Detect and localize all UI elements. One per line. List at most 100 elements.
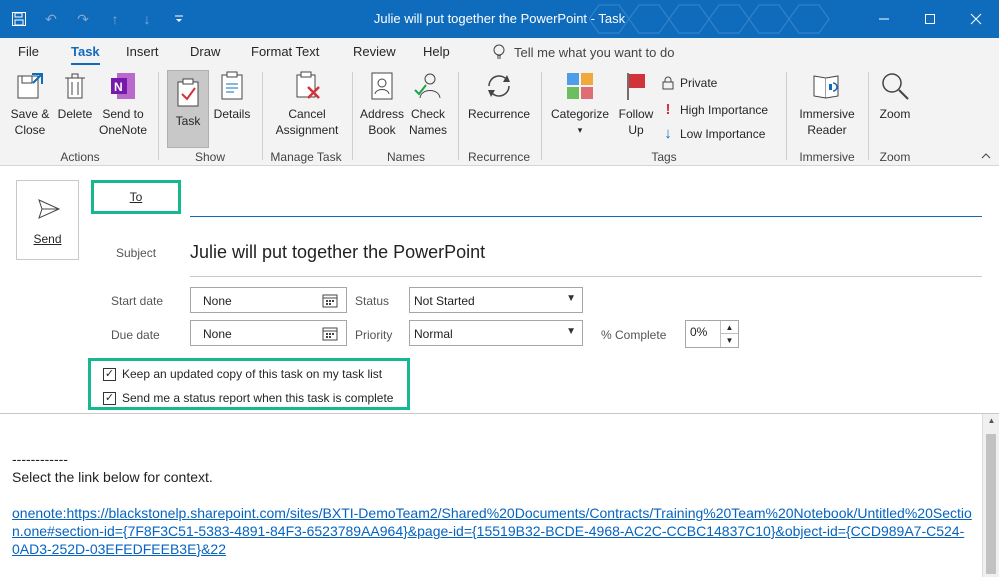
group-separator	[868, 72, 869, 160]
status-report-checkbox[interactable]: ✓	[103, 391, 116, 405]
status-label: Status	[355, 294, 390, 308]
chevron-down-icon: ▼	[566, 326, 576, 337]
due-date-field[interactable]: None	[190, 320, 347, 346]
tab-help[interactable]: Help	[423, 44, 450, 59]
tab-draw[interactable]: Draw	[190, 44, 220, 59]
svg-text:N: N	[114, 80, 123, 94]
save-close-label: Save & Close	[10, 107, 50, 137]
immersive-reader-button[interactable]: Immersive Reader	[792, 70, 862, 138]
increment-icon[interactable]: ▲	[720, 321, 738, 334]
group-actions-label: Actions	[60, 150, 100, 164]
percent-complete-stepper[interactable]: 0% ▲ ▼	[685, 320, 739, 348]
priority-label: Priority	[355, 328, 393, 342]
categorize-button[interactable]: Categorize ▾	[548, 70, 612, 138]
exclamation-icon: !	[665, 101, 671, 118]
group-separator	[352, 72, 353, 160]
tab-insert[interactable]: Insert	[126, 44, 159, 59]
calendar-icon[interactable]	[322, 326, 338, 341]
recurrence-icon	[488, 75, 510, 97]
address-book-label: Address Book	[359, 107, 405, 137]
paper-plane-icon	[38, 199, 61, 219]
high-importance-button[interactable]: ! High Importance	[662, 101, 769, 118]
scroll-up-icon[interactable]: ▲	[983, 416, 999, 425]
subject-input[interactable]: Julie will put together the PowerPoint	[190, 242, 485, 263]
percent-complete-value: 0%	[690, 325, 708, 339]
start-date-value: None	[203, 294, 232, 308]
keep-copy-checkbox[interactable]: ✓	[103, 367, 116, 381]
save-close-button[interactable]: Save & Close	[6, 70, 54, 138]
categorize-icon	[567, 73, 593, 99]
send-button[interactable]: Send	[16, 180, 79, 260]
status-value: Not Started	[414, 294, 475, 308]
onenote-link[interactable]: onenote:https://blackstonelp.sharepoint.…	[12, 504, 972, 558]
delete-label: Delete	[57, 107, 93, 121]
priority-select[interactable]: Normal ▼	[409, 320, 583, 346]
collapse-ribbon-icon[interactable]	[981, 152, 991, 163]
title-bar: ↶ ↷ ↑ ↓ Julie will put together the Powe…	[0, 0, 999, 38]
status-report-label: Send me a status report when this task i…	[122, 391, 394, 405]
group-show-label: Show	[194, 150, 226, 164]
keep-copy-option[interactable]: ✓ Keep an updated copy of this task on m…	[103, 367, 382, 381]
follow-up-label: Follow Up	[618, 107, 654, 137]
high-importance-label: High Importance	[680, 102, 769, 117]
send-onenote-button[interactable]: N Send to OneNote	[96, 70, 150, 138]
address-book-button[interactable]: Address Book	[358, 70, 406, 138]
decrement-icon[interactable]: ▼	[720, 334, 738, 347]
status-select[interactable]: Not Started ▼	[409, 287, 583, 313]
task-view-button[interactable]: Task	[167, 70, 209, 148]
details-icon	[221, 71, 243, 100]
body-dashes: ------------	[12, 451, 68, 467]
status-report-option[interactable]: ✓ Send me a status report when this task…	[103, 391, 393, 405]
tab-review[interactable]: Review	[353, 44, 396, 59]
group-recurrence-label: Recurrence	[467, 150, 531, 164]
close-icon[interactable]	[953, 0, 999, 38]
subject-label: Subject	[116, 246, 157, 260]
chevron-down-icon: ▼	[566, 293, 576, 304]
group-tags-label: Tags	[651, 150, 677, 164]
immersive-reader-icon	[813, 75, 839, 99]
to-button[interactable]: To	[91, 180, 181, 214]
message-body[interactable]: ------------ Select the link below for c…	[12, 450, 972, 558]
recurrence-button[interactable]: Recurrence	[464, 70, 534, 122]
private-button[interactable]: Private	[662, 76, 717, 90]
recurrence-label: Recurrence	[467, 107, 531, 121]
trash-icon	[65, 73, 85, 99]
low-importance-button[interactable]: ↓ Low Importance	[662, 125, 765, 142]
cancel-assignment-label: Cancel Assignment	[275, 107, 339, 137]
check-names-button[interactable]: Check Names	[406, 70, 450, 138]
delete-button[interactable]: Delete	[56, 70, 94, 122]
start-date-field[interactable]: None	[190, 287, 347, 313]
lightbulb-icon	[493, 44, 505, 59]
zoom-label: Zoom	[879, 107, 911, 121]
to-input[interactable]	[190, 216, 982, 217]
send-label: Send	[33, 232, 62, 246]
tab-file[interactable]: File	[18, 44, 39, 59]
group-immersive-label: Immersive	[799, 150, 855, 164]
body-scrollbar[interactable]: ▲	[982, 414, 999, 577]
minimize-icon[interactable]	[861, 0, 907, 38]
restore-icon[interactable]	[907, 0, 953, 38]
tab-format-text[interactable]: Format Text	[251, 44, 319, 59]
menu-bar: File Task Insert Draw Format Text Review…	[0, 38, 999, 66]
keep-copy-label: Keep an updated copy of this task on my …	[122, 367, 383, 381]
cancel-assignment-button[interactable]: Cancel Assignment	[270, 70, 344, 138]
group-manage-label: Manage Task	[270, 150, 342, 164]
flag-icon	[627, 73, 645, 100]
scroll-thumb[interactable]	[986, 434, 996, 574]
details-button[interactable]: Details	[211, 70, 253, 122]
priority-value: Normal	[414, 327, 453, 341]
down-arrow-icon: ↓	[664, 125, 672, 142]
body-separator	[0, 413, 999, 414]
calendar-icon[interactable]	[322, 293, 338, 308]
group-separator	[541, 72, 542, 160]
start-date-label: Start date	[111, 294, 164, 308]
zoom-button[interactable]: Zoom	[872, 70, 918, 122]
onenote-icon: N	[111, 73, 135, 99]
window-title: Julie will put together the PowerPoint -…	[373, 11, 626, 26]
low-importance-label: Low Importance	[680, 126, 766, 141]
tab-task[interactable]: Task	[71, 44, 100, 65]
tell-me-box[interactable]: Tell me what you want to do	[492, 44, 674, 60]
details-label: Details	[213, 107, 251, 121]
follow-up-button[interactable]: Follow Up	[614, 70, 658, 138]
tell-me-label: Tell me what you want to do	[514, 44, 675, 60]
